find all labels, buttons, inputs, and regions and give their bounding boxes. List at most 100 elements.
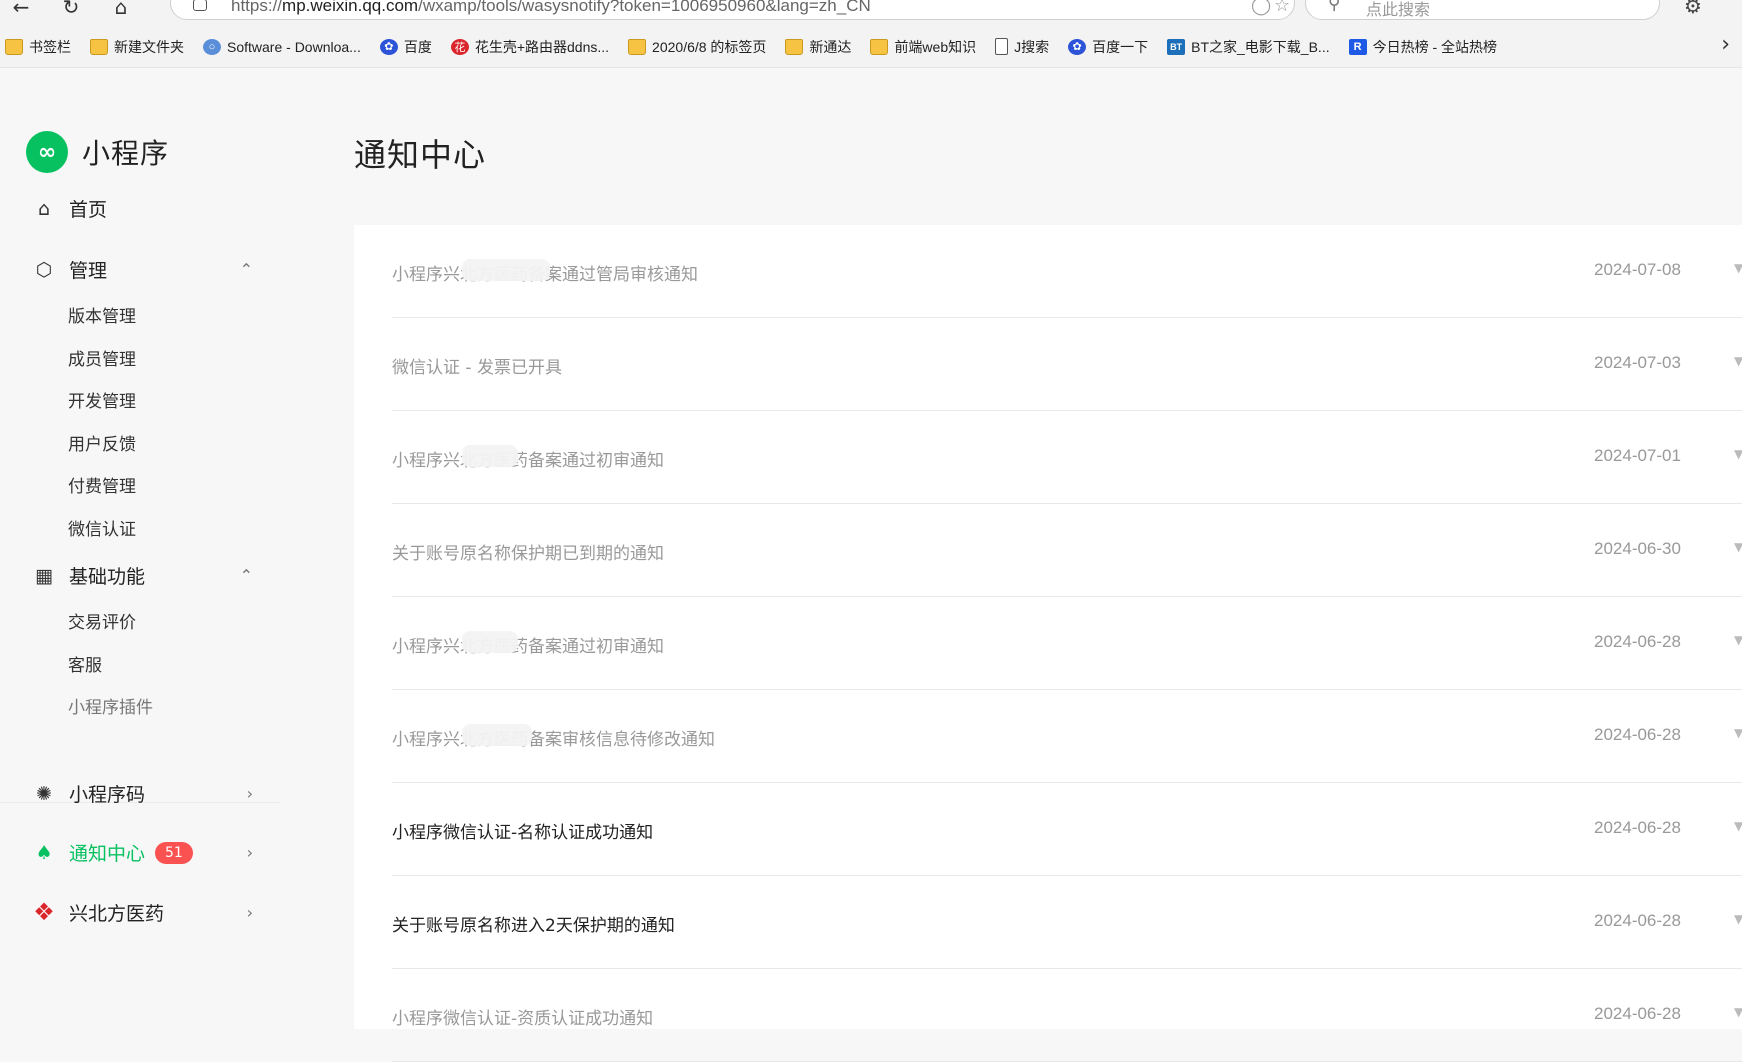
sidebar-item-qrcode[interactable]: ✺ 小程序码 › — [33, 780, 263, 807]
reload-icon[interactable]: ↻ — [58, 0, 84, 20]
sidebar-subitem-members[interactable]: 成员管理 — [68, 345, 136, 370]
address-bar[interactable]: https://mp.weixin.qq.com/wxamp/tools/was… — [170, 0, 1295, 20]
notice-title[interactable]: 小程序兴北方医药备案通过初审通知 — [392, 446, 664, 471]
sidebar-subitem-feedback[interactable]: 用户反馈 — [68, 430, 136, 455]
bookmark-item[interactable]: 2020/6/8 的标签页 — [628, 32, 775, 62]
sidebar-item-home[interactable]: ⌂ 首页 — [33, 195, 263, 222]
notice-date: 2024-06-28 — [1594, 911, 1681, 930]
chevron-right-icon[interactable]: › — [247, 843, 253, 862]
sidebar-subitem-plugin[interactable]: 小程序插件 — [68, 693, 153, 718]
chevron-up-icon[interactable]: ⌃ — [240, 260, 253, 279]
mini-program-icon: ∞ — [26, 131, 68, 173]
bookmark-item[interactable]: 花花生壳+路由器ddns... — [450, 32, 618, 62]
bookmark-item[interactable]: 新建文件夹 — [90, 32, 193, 62]
chevron-down-icon[interactable]: ▼ — [1734, 540, 1742, 554]
notice-row[interactable]: 微信认证 - 发票已开具 2024-07-03 ▼ — [392, 318, 1742, 411]
bookmark-item[interactable]: 前端web知识 — [870, 32, 985, 62]
notice-title[interactable]: 小程序微信认证-名称认证成功通知 — [392, 818, 653, 843]
chevron-down-icon[interactable]: ▼ — [1734, 912, 1742, 926]
redaction — [462, 259, 550, 281]
notice-title[interactable]: 关于账号原名称进入2天保护期的通知 — [392, 911, 675, 936]
baidu-icon: ✿ — [1068, 38, 1087, 55]
folder-icon — [628, 38, 647, 55]
notice-row[interactable]: 小程序兴北方医药备案通过初审通知 2024-06-28 ▼ — [392, 597, 1742, 690]
qrcode-icon: ✺ — [36, 782, 52, 805]
unread-badge: 51 — [155, 841, 193, 864]
notice-row[interactable]: 小程序微信认证-资质认证成功通知 2024-06-28 ▼ — [392, 969, 1742, 1062]
translate-icon[interactable]: ◯ — [1251, 0, 1271, 16]
chevron-down-icon[interactable]: ▼ — [1734, 447, 1742, 461]
back-icon[interactable]: ← — [8, 0, 34, 20]
chevron-down-icon[interactable]: ▼ — [1734, 819, 1742, 833]
bookmark-item[interactable]: J搜索 — [995, 32, 1058, 62]
sidebar-item-manage[interactable]: ⬡ 管理 ⌃ — [33, 256, 263, 283]
sidebar-subitem-version[interactable]: 版本管理 — [68, 302, 136, 327]
sidebar-subitem-dev[interactable]: 开发管理 — [68, 387, 136, 412]
sidebar-subitem-verify[interactable]: 微信认证 — [68, 515, 136, 540]
notice-row[interactable]: 小程序兴北方医药备案通过初审通知 2024-07-01 ▼ — [392, 411, 1742, 504]
notice-title[interactable]: 小程序兴北方医药备案审核信息待修改通知 — [392, 725, 715, 750]
extensions-icon[interactable]: ⚙ — [1684, 0, 1702, 18]
address-url[interactable]: https://mp.weixin.qq.com/wxamp/tools/was… — [231, 0, 871, 16]
baidu-icon: ✿ — [379, 38, 398, 55]
chevron-down-icon[interactable]: ▼ — [1734, 354, 1742, 368]
chevron-down-icon[interactable]: ▼ — [1734, 261, 1742, 275]
notice-date: 2024-07-03 — [1594, 353, 1681, 372]
bookmark-item[interactable]: ✿ 百度一下 — [1068, 32, 1157, 62]
notice-title[interactable]: 小程序微信认证-资质认证成功通知 — [392, 1004, 653, 1029]
chevron-right-icon[interactable]: › — [247, 784, 253, 803]
search-icon: ⚲ — [1328, 0, 1341, 14]
bookmark-item[interactable]: ○ Software - Downloa... — [203, 32, 370, 62]
notice-title[interactable]: 关于账号原名称保护期已到期的通知 — [392, 539, 664, 564]
bookmark-item[interactable]: 书签栏 — [5, 32, 80, 62]
star-icon[interactable]: ☆ — [1274, 0, 1290, 16]
notice-row[interactable]: 小程序兴北方医药备案通过管局审核通知 2024-07-08 ▼ — [392, 225, 1742, 318]
chevron-up-icon[interactable]: ⌃ — [240, 566, 253, 585]
folder-icon — [5, 38, 23, 55]
peanut-icon: 花 — [450, 38, 469, 55]
notice-list: 小程序兴北方医药备案通过管局审核通知 2024-07-08 ▼ 微信认证 - 发… — [354, 225, 1742, 1062]
account-logo-icon: ❖ — [33, 898, 55, 926]
notice-date: 2024-06-28 — [1594, 632, 1681, 651]
notice-date: 2024-07-01 — [1594, 446, 1681, 465]
home-icon: ⌂ — [37, 197, 51, 220]
notice-date: 2024-06-30 — [1594, 539, 1681, 558]
sidebar-subitem-payment[interactable]: 付费管理 — [68, 472, 136, 497]
chevron-down-icon[interactable]: ▼ — [1734, 1005, 1742, 1019]
bookmarks-bar: 书签栏 新建文件夹 ○ Software - Downloa... ✿ 百度 花花生… — [0, 26, 1742, 68]
chevron-right-icon[interactable]: › — [247, 903, 253, 922]
notice-title[interactable]: 微信认证 - 发票已开具 — [392, 353, 562, 378]
sidebar-item-notify[interactable]: ♠ 通知中心 51 › — [33, 839, 263, 866]
sidebar-item-basic[interactable]: ▦ 基础功能 ⌃ — [33, 562, 263, 589]
app-logo[interactable]: ∞ 小程序 — [26, 131, 169, 173]
hexagon-icon: ⬡ — [35, 258, 53, 281]
notice-row[interactable]: 小程序微信认证-名称认证成功通知 2024-06-28 ▼ — [392, 783, 1742, 876]
bookmark-item[interactable]: ✿ 百度 — [379, 32, 441, 62]
home-icon[interactable]: ⌂ — [108, 0, 134, 20]
sidebar-item-account[interactable]: ❖ 兴北方医药 › — [33, 898, 263, 926]
chevron-right-icon[interactable]: › — [1721, 32, 1730, 57]
bt-icon: BT — [1167, 38, 1186, 55]
notice-row[interactable]: 小程序兴北方医药备案审核信息待修改通知 2024-06-28 ▼ — [392, 690, 1742, 783]
search-placeholder: 点此搜索 — [1366, 0, 1431, 19]
notice-date: 2024-06-28 — [1594, 1004, 1681, 1023]
lock-icon — [193, 0, 207, 11]
sidebar-subitem-service[interactable]: 客服 — [68, 651, 102, 676]
browser-search[interactable]: ⚲ 点此搜索 — [1305, 0, 1660, 20]
notice-title[interactable]: 小程序兴北方医药备案通过初审通知 — [392, 632, 664, 657]
chevron-down-icon[interactable]: ▼ — [1734, 633, 1742, 647]
bookmark-item[interactable]: R 今日热榜 - 全站热榜 — [1348, 32, 1506, 62]
page-icon — [995, 38, 1009, 55]
browser-toolbar: ← ↻ ⌂ https://mp.weixin.qq.com/wxamp/too… — [0, 0, 1742, 26]
notice-row[interactable]: 关于账号原名称保护期已到期的通知 2024-06-30 ▼ — [392, 504, 1742, 597]
sidebar-subitem-review[interactable]: 交易评价 — [68, 608, 136, 633]
bookmark-item[interactable]: 新通达 — [785, 32, 860, 62]
app-name: 小程序 — [82, 137, 170, 170]
redaction — [462, 724, 532, 746]
bookmark-item[interactable]: BT BT之家_电影下载_B... — [1167, 32, 1338, 62]
chevron-down-icon[interactable]: ▼ — [1734, 726, 1742, 740]
notice-date: 2024-06-28 — [1594, 818, 1681, 837]
redaction — [462, 445, 518, 467]
notice-row[interactable]: 关于账号原名称进入2天保护期的通知 2024-06-28 ▼ — [392, 876, 1742, 969]
r-icon: R — [1348, 38, 1367, 55]
